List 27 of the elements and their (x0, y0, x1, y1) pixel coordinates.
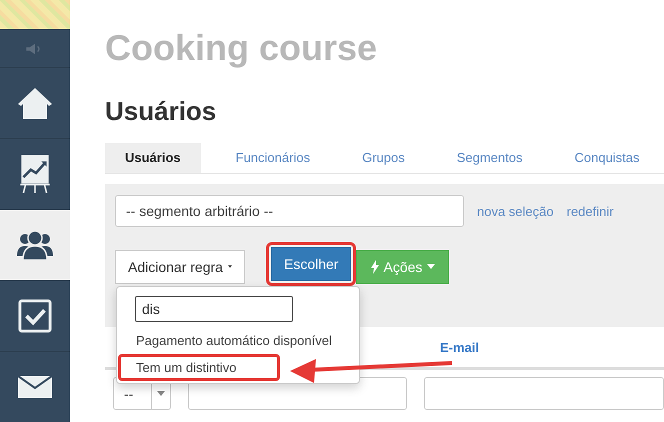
tab[interactable]: Usuários (105, 143, 201, 173)
column-header[interactable]: E-mail (440, 340, 480, 354)
page-title: Usuários (105, 96, 218, 128)
filter-select[interactable]: -- (113, 377, 171, 410)
link[interactable]: redefinir (566, 204, 614, 218)
filter-input[interactable] (188, 377, 407, 410)
segment-select[interactable]: -- segmento arbitrário -- (115, 195, 464, 227)
actions-button[interactable]: Ações (356, 250, 450, 284)
checkbox-icon (17, 299, 53, 333)
search-field[interactable]: dis (135, 296, 293, 322)
tab[interactable]: Conquistas (554, 143, 660, 173)
home-icon (17, 86, 53, 120)
lightning-icon (370, 260, 378, 274)
menu-item[interactable]: Pagamento automático disponível (117, 328, 351, 353)
caret-icon (427, 264, 436, 269)
add-rule-button[interactable]: Adicionar regra (115, 250, 245, 284)
tab[interactable]: Grupos (342, 143, 425, 173)
filter-input[interactable] (424, 377, 664, 410)
food-pattern-banner (0, 0, 70, 29)
course-title: Cooking course (105, 27, 378, 67)
link[interactable]: nova seleção (477, 204, 554, 218)
caret-icon (228, 264, 232, 269)
choose-button[interactable]: Escolher (271, 247, 352, 281)
tab[interactable]: Funcionários (216, 143, 330, 173)
tab[interactable]: Segmentos (436, 143, 542, 173)
users-icon (16, 230, 54, 260)
sidebar-item[interactable] (0, 209, 70, 280)
